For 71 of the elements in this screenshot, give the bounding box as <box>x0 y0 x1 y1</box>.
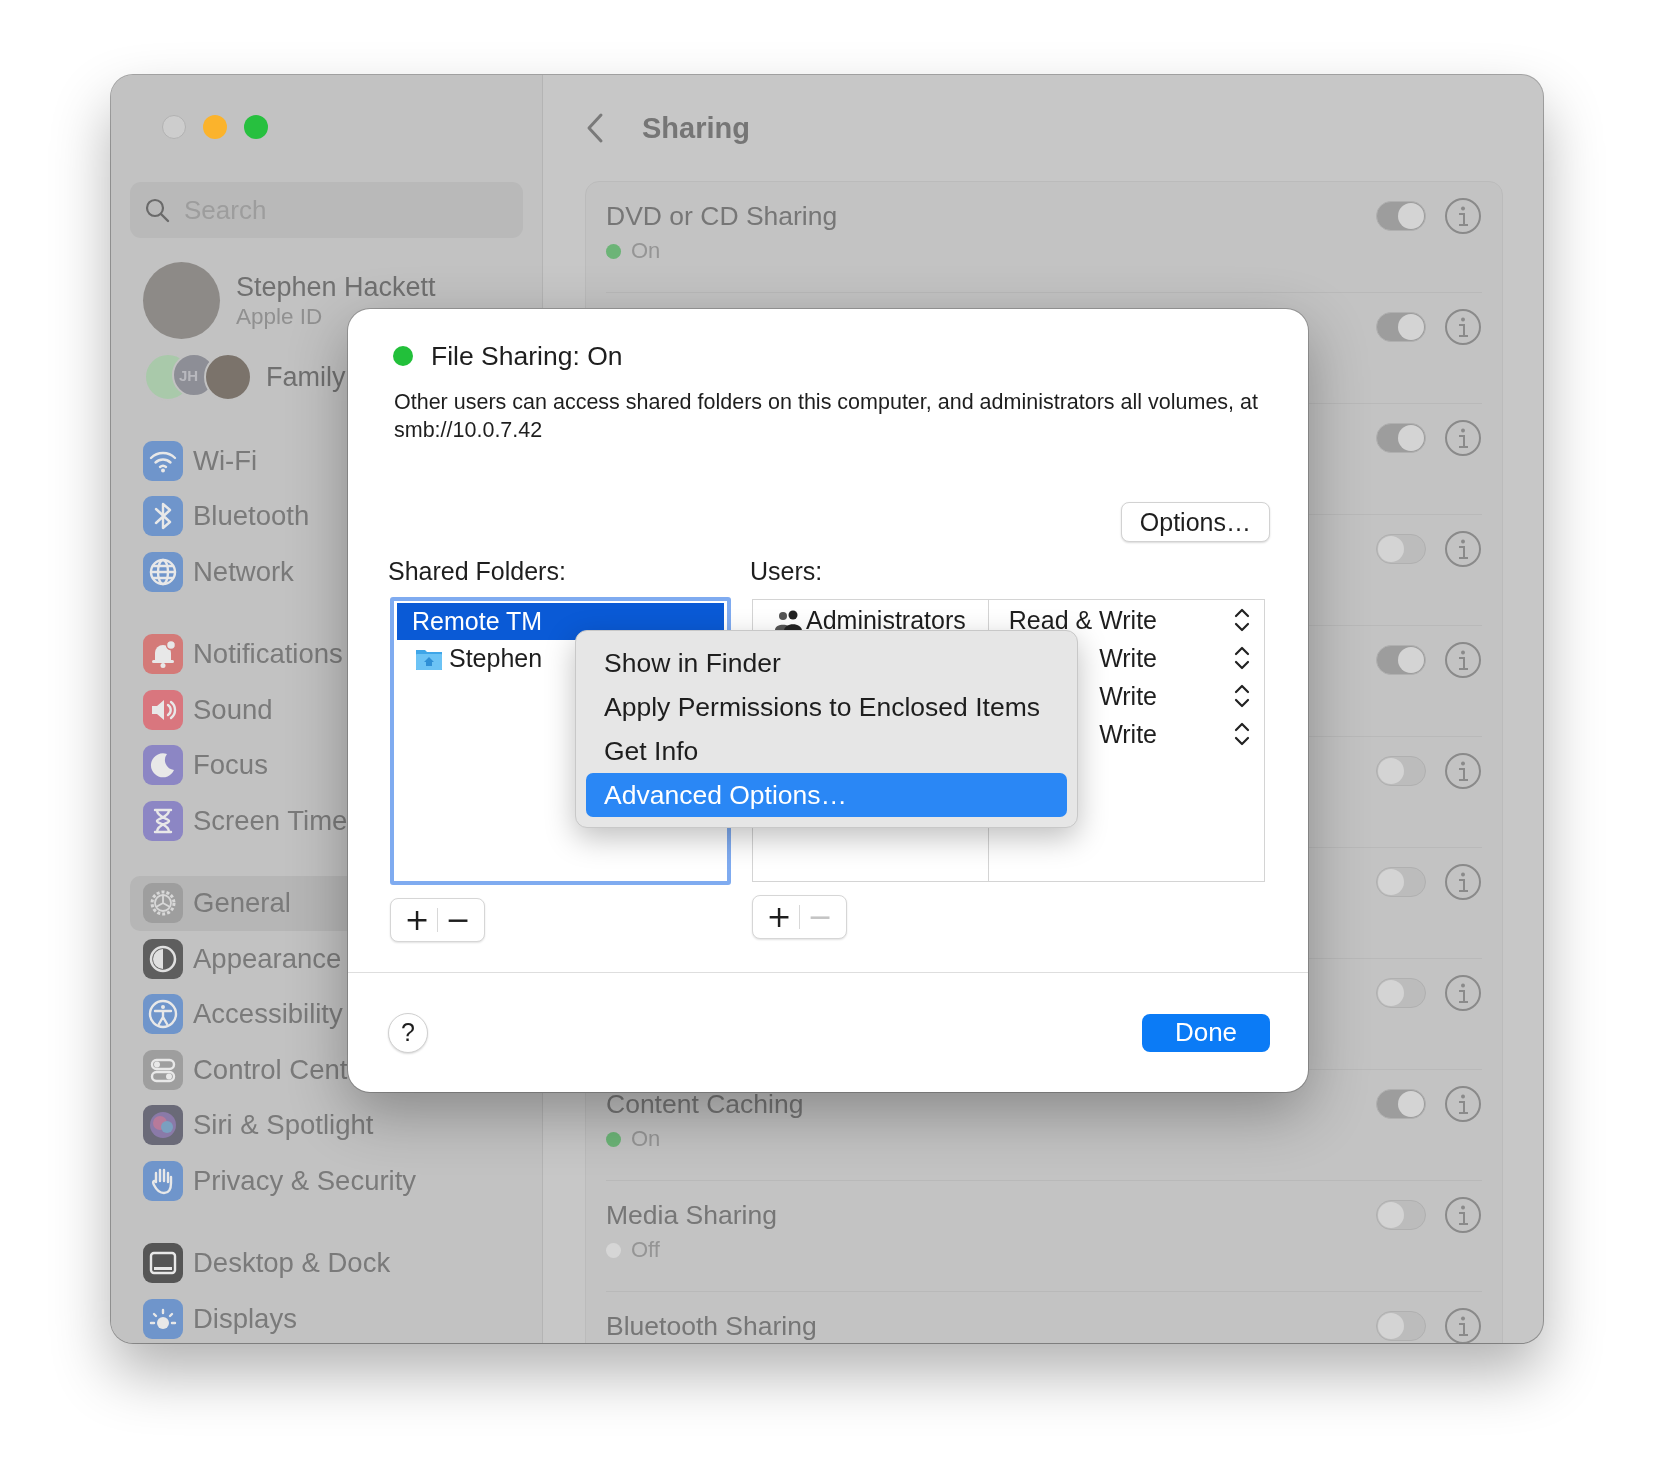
service-title: DVD or CD Sharing <box>606 200 839 232</box>
toggle-switch[interactable] <box>1376 201 1426 231</box>
zoom-button[interactable] <box>244 115 268 139</box>
accessibility-icon <box>143 994 183 1035</box>
globe-icon <box>143 551 183 592</box>
hourglass-icon <box>143 800 183 841</box>
bell-icon <box>143 634 183 675</box>
shared-folders-label: Shared Folders: <box>388 558 567 584</box>
speaker-icon <box>143 689 183 730</box>
family-label: Family <box>266 361 346 393</box>
back-chevron-icon[interactable] <box>585 112 605 144</box>
minimize-button[interactable] <box>203 115 227 139</box>
account-name: Stephen Hackett <box>236 270 436 303</box>
toggle-switch[interactable] <box>1376 1311 1426 1341</box>
service-title: Bluetooth Sharing <box>606 1310 818 1342</box>
menu-item[interactable]: Apply Permissions to Enclosed Items <box>586 685 1067 729</box>
hand-icon <box>143 1160 183 1201</box>
menu-item[interactable]: Get Info <box>586 729 1067 773</box>
toggle-switch[interactable] <box>1376 312 1426 342</box>
service-title: Media Sharing <box>606 1199 778 1231</box>
sun-icon <box>143 1298 183 1339</box>
moon-icon <box>143 745 183 786</box>
toggle-switch[interactable] <box>1376 978 1426 1008</box>
sidebar-item[interactable]: Siri & Spotlight <box>130 1097 523 1153</box>
close-button[interactable] <box>162 115 186 139</box>
description-text: Other users can access shared folders on this computer, and administrators all volumes, at smb://10.0.7.42 <box>394 389 1258 444</box>
permission-popup[interactable]: Read & Write <box>989 601 1264 639</box>
service-title: Content Caching <box>606 1088 805 1120</box>
toggle-switch[interactable] <box>1376 756 1426 786</box>
appearance-icon <box>143 938 183 979</box>
add-button[interactable]: + <box>759 897 799 937</box>
sidebar-item[interactable]: Displays <box>130 1291 523 1343</box>
toggles-icon <box>143 1049 183 1090</box>
up-down-chevron-icon <box>1234 683 1250 709</box>
info-icon[interactable] <box>1444 974 1482 1012</box>
info-icon[interactable] <box>1444 752 1482 790</box>
dock-icon <box>143 1243 183 1284</box>
info-icon[interactable] <box>1444 530 1482 568</box>
info-icon[interactable] <box>1444 197 1482 235</box>
menu-item[interactable]: Show in Finder <box>586 641 1067 685</box>
people-icon <box>773 608 803 632</box>
toggle-switch[interactable] <box>1376 645 1426 675</box>
users-label: Users: <box>750 558 824 584</box>
menu-item[interactable]: Advanced Options… <box>586 773 1067 817</box>
toggle-switch[interactable] <box>1376 1089 1426 1119</box>
bluetooth-icon <box>143 496 183 537</box>
info-icon[interactable] <box>1444 308 1482 346</box>
toggle-switch[interactable] <box>1376 867 1426 897</box>
up-down-chevron-icon <box>1234 607 1250 633</box>
info-icon[interactable] <box>1444 863 1482 901</box>
sidebar-item[interactable]: Desktop & Dock <box>130 1235 523 1291</box>
status-label: File Sharing: On <box>431 340 623 372</box>
gear-icon <box>143 883 183 924</box>
info-icon[interactable] <box>1444 1307 1482 1343</box>
window-title: Sharing <box>642 111 750 145</box>
info-icon[interactable] <box>1444 419 1482 457</box>
info-icon[interactable] <box>1444 641 1482 679</box>
up-down-chevron-icon <box>1234 645 1250 671</box>
orb-icon <box>143 1105 183 1146</box>
info-icon[interactable] <box>1444 1196 1482 1234</box>
toggle-switch[interactable] <box>1376 534 1426 564</box>
options-button[interactable]: Options… <box>1120 502 1270 542</box>
user-name: Administrators <box>806 605 966 635</box>
info-icon[interactable] <box>1444 1085 1482 1123</box>
help-button[interactable]: ? <box>388 1012 428 1053</box>
done-button[interactable]: Done <box>1142 1013 1270 1052</box>
up-down-chevron-icon <box>1234 721 1250 747</box>
wifi-icon <box>143 440 183 481</box>
toggle-switch[interactable] <box>1376 423 1426 453</box>
toggle-switch[interactable] <box>1376 1200 1426 1230</box>
sidebar-item[interactable]: Privacy & Security <box>130 1153 523 1209</box>
